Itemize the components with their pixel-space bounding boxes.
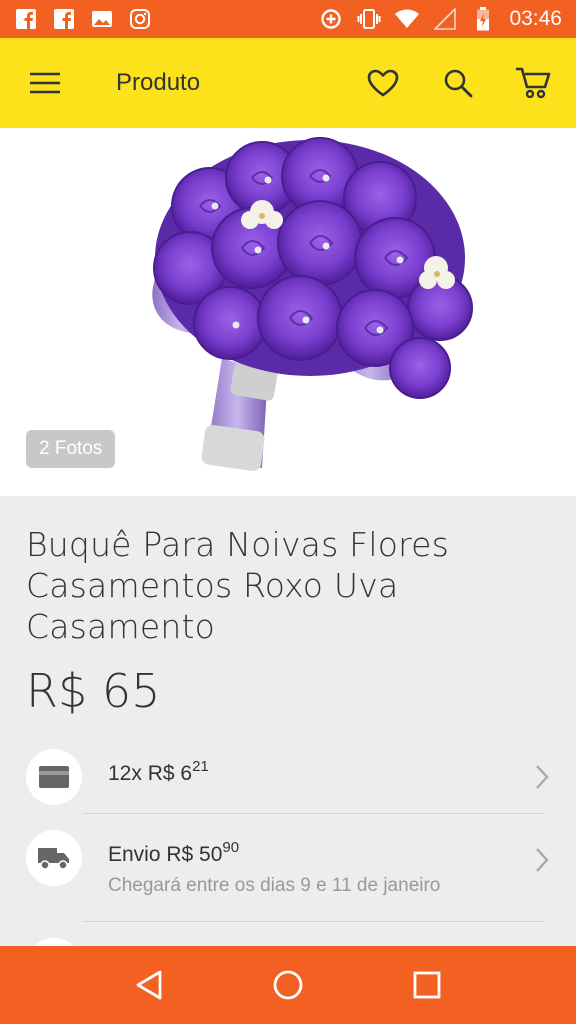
- data-saver-icon: [319, 7, 343, 31]
- cart-icon[interactable]: [505, 55, 561, 111]
- battery-icon: [471, 7, 495, 31]
- truck-icon: [26, 830, 82, 886]
- delivery-estimate: Chegará entre os dias 9 e 11 de janeiro: [108, 875, 441, 896]
- vibrate-icon: [357, 7, 381, 31]
- app-bar: Produto: [0, 38, 576, 128]
- wifi-icon: [395, 7, 420, 31]
- home-icon[interactable]: [264, 961, 312, 1009]
- facebook-icon: [14, 7, 38, 31]
- installments-text: 12x R$ 621: [108, 758, 209, 785]
- shipping-row[interactable]: Envio R$ 5090 Chegará entre os dias 9 e …: [0, 815, 576, 923]
- installments-row[interactable]: 12x R$ 621: [0, 732, 576, 822]
- divider: [82, 813, 544, 814]
- product-price: R$ 65: [26, 664, 161, 718]
- search-icon[interactable]: [430, 55, 486, 111]
- navigation-bar: [0, 946, 576, 1024]
- menu-icon[interactable]: [17, 55, 73, 111]
- instagram-icon: [128, 7, 152, 31]
- signal-icon: [433, 7, 457, 31]
- shipping-price: Envio R$ 5090: [108, 839, 240, 866]
- back-icon[interactable]: [125, 961, 173, 1009]
- divider: [82, 921, 544, 922]
- page-title: Produto: [116, 69, 201, 96]
- clock: 03:46: [509, 7, 562, 30]
- status-bar: 03:46: [0, 0, 576, 38]
- chevron-right-icon: [536, 848, 549, 872]
- heart-icon[interactable]: [355, 55, 411, 111]
- chevron-right-icon: [536, 765, 549, 789]
- credit-card-icon: [26, 749, 82, 805]
- facebook-icon: [52, 7, 76, 31]
- recents-icon[interactable]: [403, 961, 451, 1009]
- image-icon: [90, 7, 114, 31]
- product-title: Buquê Para Noivas Flores Casamentos Roxo…: [26, 525, 450, 646]
- photo-count-badge: 2 Fotos: [26, 430, 116, 468]
- product-gallery[interactable]: 2 Fotos: [0, 128, 576, 496]
